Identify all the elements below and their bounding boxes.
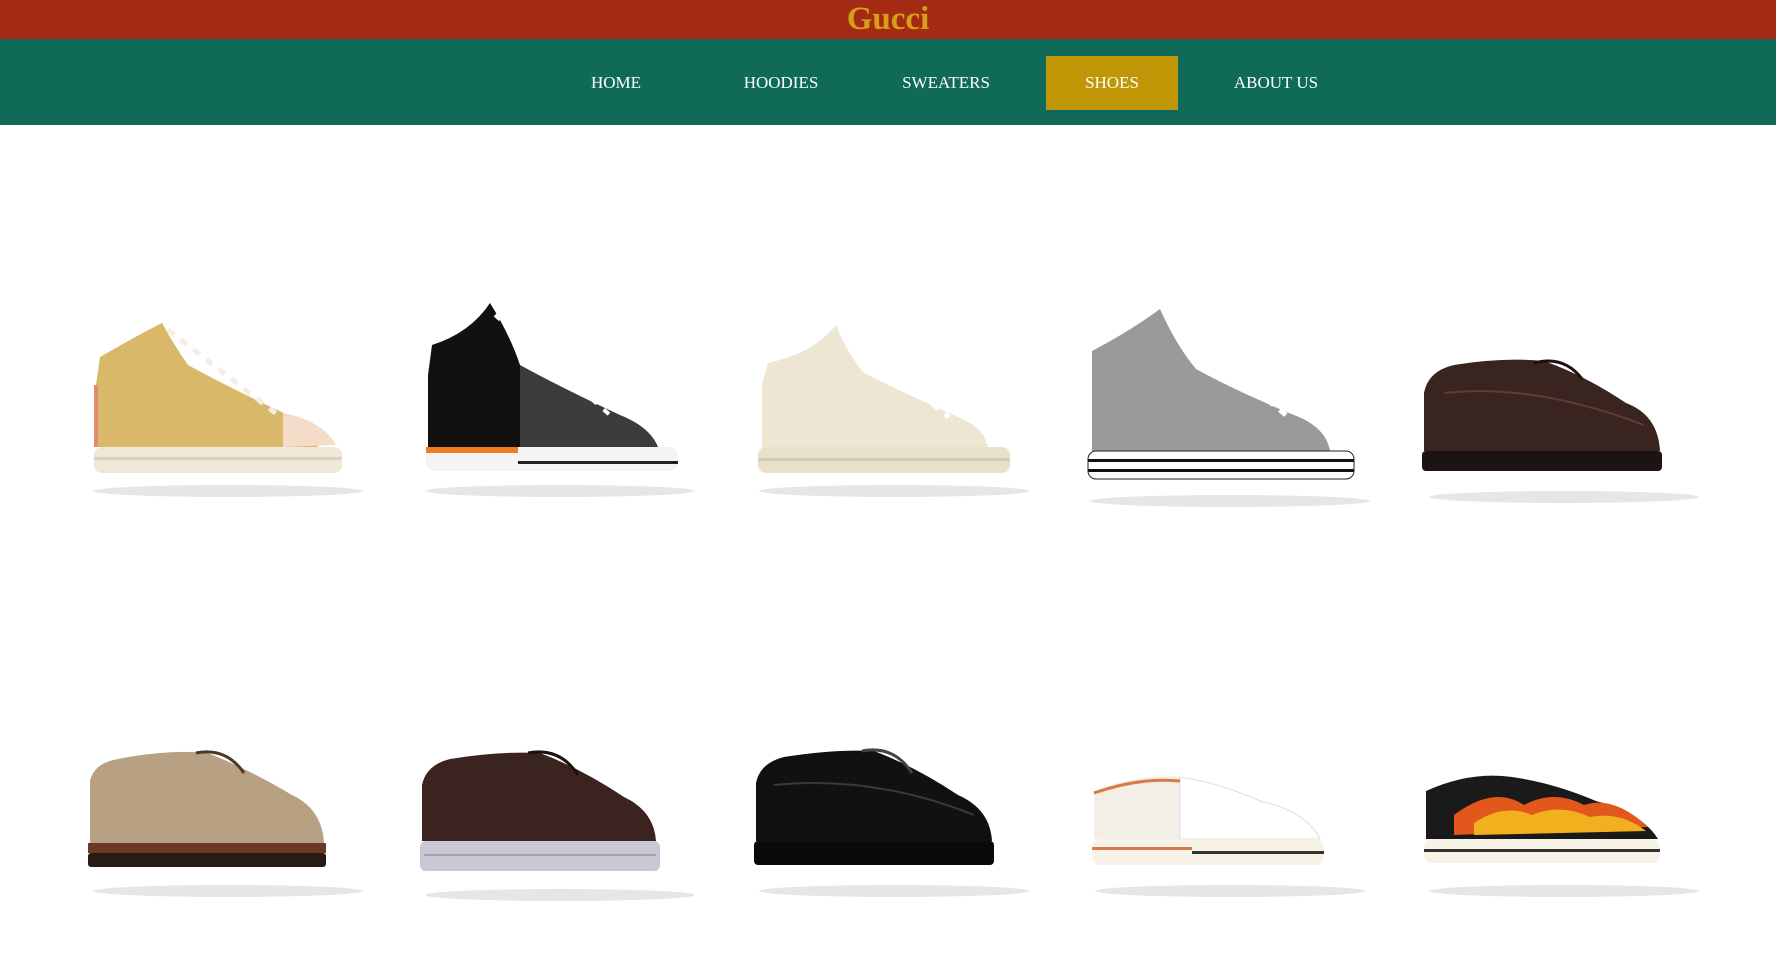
product-card[interactable] <box>78 275 378 575</box>
product-card[interactable] <box>1414 665 1714 965</box>
nav-item-sweaters[interactable]: SWEATERS <box>880 56 1012 110</box>
product-card[interactable] <box>1080 665 1380 965</box>
grey-high-top-sneaker-icon <box>1087 309 1370 507</box>
main-navigation: HOME HOODIES SWEATERS SHOES ABOUT US <box>0 39 1776 125</box>
brown-derby-clear-sole-shoe-icon <box>420 750 695 901</box>
product-card[interactable] <box>744 275 1044 575</box>
brand-header: Gucci <box>0 0 1776 39</box>
white-low-top-sneaker-icon <box>1092 776 1365 897</box>
product-card[interactable] <box>410 665 710 965</box>
black-leather-derby-shoe-icon <box>754 748 1029 897</box>
nav-item-label: ABOUT US <box>1233 73 1319 92</box>
cream-high-top-sneaker-icon <box>758 325 1029 497</box>
black-grey-high-top-sneaker-icon <box>425 303 695 497</box>
tan-high-top-sneaker-icon <box>93 323 363 497</box>
product-card[interactable] <box>78 665 378 965</box>
nav-item-label: HOME <box>590 73 642 92</box>
nav-item-about-us[interactable]: ABOUT US <box>1210 56 1342 110</box>
nav-item-label: SHOES <box>1085 73 1139 92</box>
brand-title: Gucci <box>846 1 930 37</box>
product-card[interactable] <box>410 275 710 575</box>
product-card[interactable] <box>1080 275 1380 575</box>
product-grid <box>0 125 1776 980</box>
brown-leather-derby-shoe-icon <box>1422 359 1699 503</box>
nav-item-home[interactable]: HOME <box>550 56 682 110</box>
product-card[interactable] <box>744 665 1044 965</box>
nav-item-label: SWEATERS <box>902 73 990 92</box>
nav-item-hoodies[interactable]: HOODIES <box>715 56 847 110</box>
nav-item-shoes[interactable]: SHOES <box>1046 56 1178 110</box>
product-card[interactable] <box>1414 275 1714 575</box>
nav-item-label: HOODIES <box>743 73 819 92</box>
flame-low-top-sneaker-icon <box>1424 775 1699 897</box>
suede-derby-shoe-icon <box>88 750 363 897</box>
